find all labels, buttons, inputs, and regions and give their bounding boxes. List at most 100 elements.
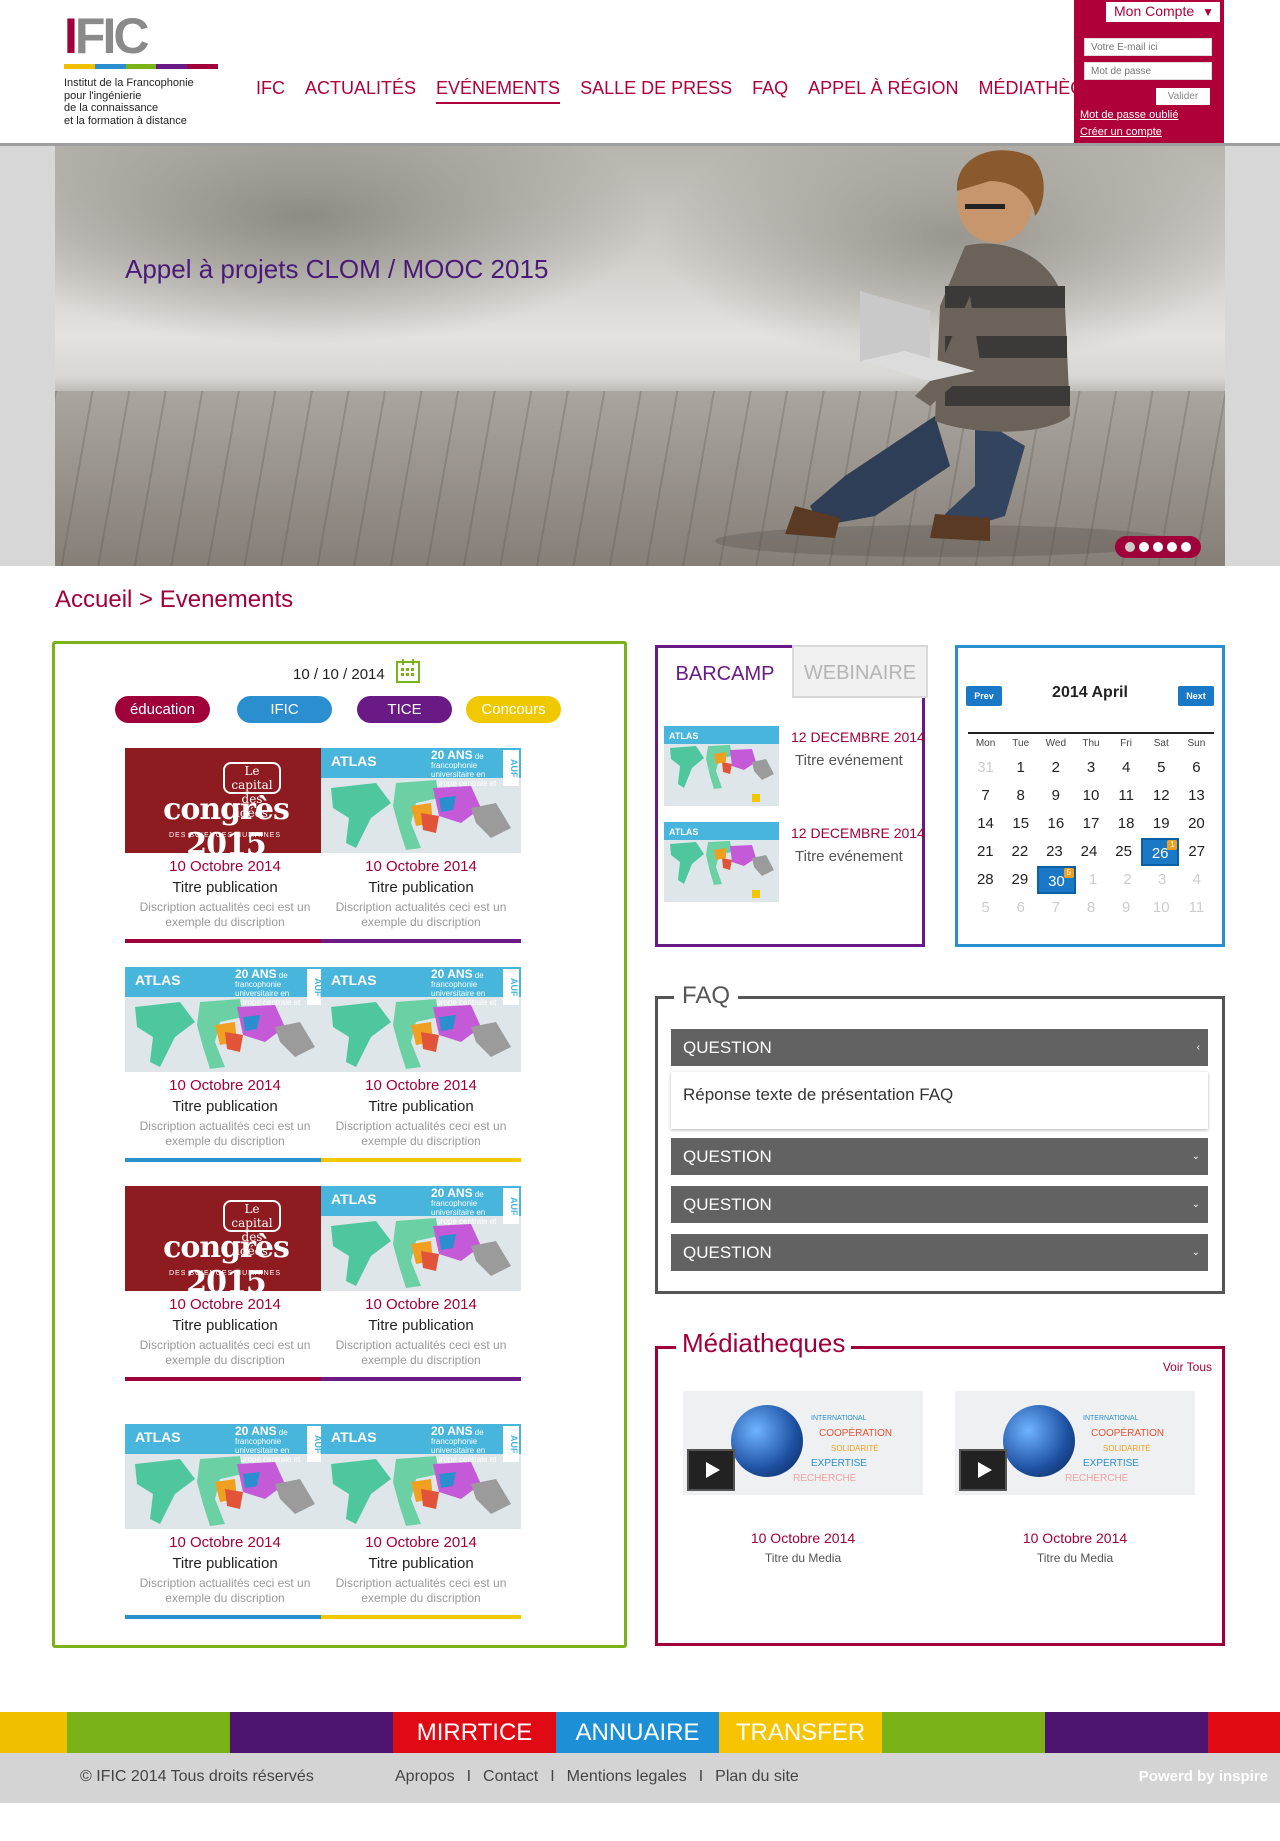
- account-dropdown[interactable]: Mon Compte ▼: [1104, 0, 1222, 24]
- calendar-day[interactable]: 5: [968, 894, 1003, 922]
- filter-education[interactable]: éducation: [115, 696, 210, 723]
- forgot-password-link[interactable]: Mot de passe oublié: [1080, 109, 1178, 121]
- calendar-day[interactable]: 29: [1003, 866, 1038, 894]
- calendar-day[interactable]: 14: [968, 810, 1003, 838]
- calendar-day[interactable]: 20: [1179, 810, 1214, 838]
- footer-link-annuaire[interactable]: ANNUAIRE: [556, 1712, 719, 1753]
- calendar-day[interactable]: 12: [1144, 782, 1179, 810]
- view-all-link[interactable]: Voir Tous: [1163, 1360, 1212, 1374]
- calendar-day[interactable]: 18: [1109, 810, 1144, 838]
- chevron-down-icon: ⌄: [1191, 1151, 1200, 1162]
- nav-faq[interactable]: FAQ: [752, 78, 788, 104]
- play-icon[interactable]: [959, 1449, 1007, 1491]
- calendar-day[interactable]: 9: [1038, 782, 1073, 810]
- calendar-day[interactable]: 3: [1073, 754, 1108, 782]
- ific-logo[interactable]: IFIC Institut de la Francophonie pour l'…: [64, 11, 224, 130]
- calendar-day[interactable]: 2: [1038, 754, 1073, 782]
- calendar-day[interactable]: 26 1: [1140, 838, 1180, 866]
- calendar-day[interactable]: 23: [1037, 838, 1072, 866]
- footer-link-mentions-legales[interactable]: Mentions legales: [567, 1768, 687, 1786]
- slider-dot[interactable]: [1139, 542, 1149, 552]
- calendar-day[interactable]: 19: [1144, 810, 1179, 838]
- calendar-day[interactable]: 11: [1179, 894, 1214, 922]
- tab-barcamp[interactable]: BARCAMP: [658, 648, 792, 698]
- calendar-day[interactable]: 16: [1038, 810, 1073, 838]
- event-card[interactable]: Le capital des idées congrès 2015 DES SC…: [125, 1186, 325, 1381]
- calendar-day[interactable]: 27: [1179, 838, 1214, 866]
- filter-tice[interactable]: TICE: [357, 696, 452, 723]
- barcamp-item[interactable]: ATLAS 12 DECEMBRE 2014 Titre evénement: [664, 822, 925, 904]
- calendar-day[interactable]: 30 5: [1037, 866, 1076, 894]
- event-card[interactable]: ATLAS 20 ANS de francophonie universitai…: [321, 748, 521, 943]
- calendar-day[interactable]: 21: [968, 838, 1003, 866]
- calendar-next-button[interactable]: Next: [1178, 686, 1214, 706]
- tab-webinaire[interactable]: WEBINAIRE: [792, 645, 928, 698]
- filter-ific[interactable]: IFIC: [237, 696, 332, 723]
- nav-salle-de-press[interactable]: SALLE DE PRESS: [580, 78, 732, 104]
- nav-actualites[interactable]: ACTUALITÉS: [305, 78, 416, 104]
- event-card[interactable]: ATLAS 20 ANS de francophonie universitai…: [125, 1424, 325, 1619]
- calendar-day[interactable]: 15: [1003, 810, 1038, 838]
- calendar-day[interactable]: 11: [1109, 782, 1144, 810]
- nav-appel-a-region[interactable]: APPEL À RÉGION: [808, 78, 958, 104]
- event-card[interactable]: Le capital des idées congrès 2015 DES SC…: [125, 748, 325, 943]
- media-item[interactable]: INTERNATIONAL COOPÉRATION SOLIDARITÉ EXP…: [955, 1391, 1195, 1565]
- calendar-day[interactable]: 6: [1003, 894, 1038, 922]
- calendar-day[interactable]: 10: [1073, 782, 1108, 810]
- calendar-icon[interactable]: [395, 658, 421, 684]
- calendar-day[interactable]: 8: [1073, 894, 1108, 922]
- calendar-day[interactable]: 24: [1072, 838, 1107, 866]
- calendar-day[interactable]: 7: [1038, 894, 1073, 922]
- calendar-day[interactable]: 8: [1003, 782, 1038, 810]
- barcamp-item[interactable]: ATLAS 12 DECEMBRE 2014 Titre evénement: [664, 726, 925, 808]
- powered-by[interactable]: Powerd by inspire: [1139, 1768, 1268, 1785]
- calendar-day[interactable]: 17: [1073, 810, 1108, 838]
- faq-question[interactable]: QUESTION ‹: [671, 1029, 1208, 1066]
- calendar-day[interactable]: 22: [1003, 838, 1038, 866]
- calendar-day[interactable]: 4: [1179, 866, 1214, 894]
- media-item[interactable]: INTERNATIONAL COOPÉRATION SOLIDARITÉ EXP…: [683, 1391, 923, 1565]
- event-card[interactable]: ATLAS 20 ANS de francophonie universitai…: [321, 1424, 521, 1619]
- slider-dot[interactable]: [1167, 542, 1177, 552]
- nav-evenements[interactable]: EVÉNEMENTS: [436, 78, 561, 104]
- email-field[interactable]: [1084, 38, 1212, 56]
- calendar-day[interactable]: 6: [1179, 754, 1214, 782]
- calendar-day[interactable]: 3: [1145, 866, 1180, 894]
- calendar-prev-button[interactable]: Prev: [966, 686, 1002, 706]
- calendar-day[interactable]: 13: [1179, 782, 1214, 810]
- footer-link-transfer[interactable]: TRANSFER: [719, 1712, 882, 1753]
- hero-title[interactable]: Appel à projets CLOM / MOOC 2015: [125, 254, 548, 285]
- calendar-day[interactable]: 1: [1076, 866, 1111, 894]
- play-icon[interactable]: [687, 1449, 735, 1491]
- calendar-day[interactable]: 9: [1109, 894, 1144, 922]
- breadcrumb[interactable]: Accueil > Evenements: [55, 586, 293, 614]
- nav-ifc[interactable]: IFC: [256, 78, 285, 104]
- calendar-day[interactable]: 4: [1109, 754, 1144, 782]
- footer-link-mirrtice[interactable]: MIRRTICE: [393, 1712, 556, 1753]
- calendar-day[interactable]: 28: [968, 866, 1003, 894]
- login-submit-button[interactable]: Valider: [1156, 88, 1210, 105]
- event-card[interactable]: ATLAS 20 ANS de francophonie universitai…: [125, 967, 325, 1162]
- footer-link-contact[interactable]: Contact: [483, 1768, 538, 1786]
- footer-link-apropos[interactable]: Apropos: [395, 1768, 455, 1786]
- footer-link-plan-du-site[interactable]: Plan du site: [715, 1768, 799, 1786]
- create-account-link[interactable]: Créer un compte: [1080, 126, 1162, 138]
- slider-dot[interactable]: [1181, 542, 1191, 552]
- slider-dot[interactable]: [1153, 542, 1163, 552]
- faq-question[interactable]: QUESTION ⌄: [671, 1234, 1208, 1271]
- event-card[interactable]: ATLAS 20 ANS de francophonie universitai…: [321, 967, 521, 1162]
- calendar-day[interactable]: 2: [1110, 866, 1145, 894]
- event-card[interactable]: ATLAS 20 ANS de francophonie universitai…: [321, 1186, 521, 1381]
- calendar-day[interactable]: 7: [968, 782, 1003, 810]
- calendar-day[interactable]: 1: [1003, 754, 1038, 782]
- calendar-day[interactable]: 31: [968, 754, 1003, 782]
- password-field[interactable]: [1084, 62, 1212, 80]
- faq-question[interactable]: QUESTION ⌄: [671, 1138, 1208, 1175]
- filter-concours[interactable]: Concours: [466, 696, 561, 723]
- calendar-day[interactable]: 5: [1144, 754, 1179, 782]
- slider-dot[interactable]: [1125, 542, 1135, 552]
- faq-question[interactable]: QUESTION ⌄: [671, 1186, 1208, 1223]
- barcamp-thumbnail: ATLAS: [664, 726, 779, 806]
- calendar-day[interactable]: 10: [1144, 894, 1179, 922]
- calendar-day[interactable]: 25: [1106, 838, 1141, 866]
